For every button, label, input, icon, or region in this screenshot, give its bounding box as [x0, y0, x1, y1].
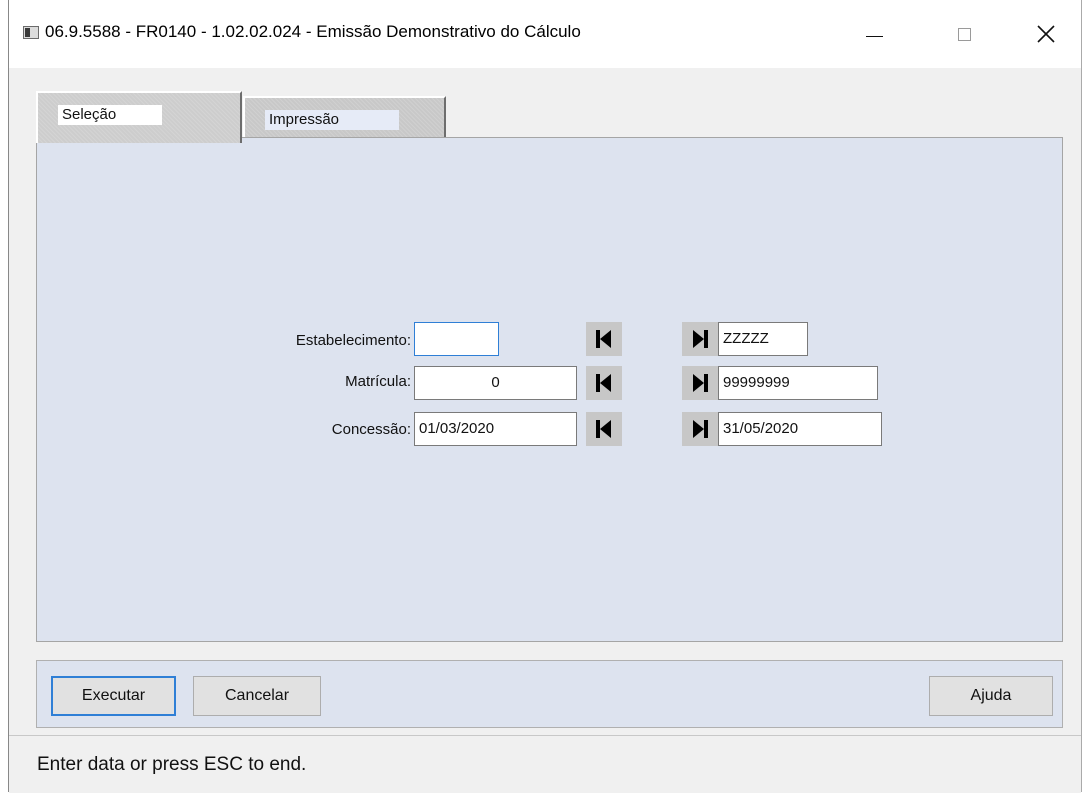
minimize-button[interactable] [851, 14, 897, 54]
matricula-first-button[interactable] [586, 366, 622, 400]
concessao-label: Concessão: [331, 421, 411, 438]
first-record-icon [596, 420, 612, 438]
button-bar: Executar Cancelar Ajuda [36, 660, 1063, 728]
selection-panel: Estabelecimento: ZZZZZ Matrícula: 0 9999… [36, 137, 1063, 642]
concessao-to-input[interactable]: 31/05/2020 [718, 412, 882, 446]
maximize-icon [957, 27, 971, 41]
app-icon [23, 26, 39, 39]
tab-impressao[interactable]: Impressão [243, 96, 446, 141]
cancelar-button[interactable]: Cancelar [193, 676, 321, 716]
tab-label: Seleção [58, 105, 162, 125]
matricula-from-input[interactable]: 0 [414, 366, 577, 400]
last-record-icon [692, 374, 708, 392]
estabelecimento-label: Estabelecimento: [295, 332, 411, 349]
matricula-last-button[interactable] [682, 366, 718, 400]
matricula-to-input[interactable]: 99999999 [718, 366, 878, 400]
estabelecimento-first-button[interactable] [586, 322, 622, 356]
tab-selecao[interactable]: Seleção [36, 91, 242, 143]
maximize-button[interactable] [941, 14, 987, 54]
last-record-icon [692, 420, 708, 438]
concessao-from-input[interactable]: 01/03/2020 [414, 412, 577, 446]
window-title: 06.9.5588 - FR0140 - 1.02.02.024 - Emiss… [45, 22, 581, 41]
minimize-icon [865, 35, 883, 37]
first-record-icon [596, 374, 612, 392]
estabelecimento-last-button[interactable] [682, 322, 718, 356]
first-record-icon [596, 330, 612, 348]
tab-label: Impressão [265, 110, 399, 130]
close-icon [1037, 25, 1055, 43]
ajuda-button[interactable]: Ajuda [929, 676, 1053, 716]
last-record-icon [692, 330, 708, 348]
close-button[interactable] [1023, 14, 1069, 54]
matricula-label: Matrícula: [345, 373, 411, 390]
status-message: Enter data or press ESC to end. [37, 754, 307, 775]
executar-button[interactable]: Executar [51, 676, 176, 716]
concessao-last-button[interactable] [682, 412, 718, 446]
title-bar[interactable]: 06.9.5588 - FR0140 - 1.02.02.024 - Emiss… [9, 0, 1081, 68]
estabelecimento-from-input[interactable] [414, 322, 499, 356]
status-bar: Enter data or press ESC to end. [9, 735, 1081, 793]
estabelecimento-to-input[interactable]: ZZZZZ [718, 322, 808, 356]
concessao-first-button[interactable] [586, 412, 622, 446]
app-window: 06.9.5588 - FR0140 - 1.02.02.024 - Emiss… [8, 0, 1082, 793]
